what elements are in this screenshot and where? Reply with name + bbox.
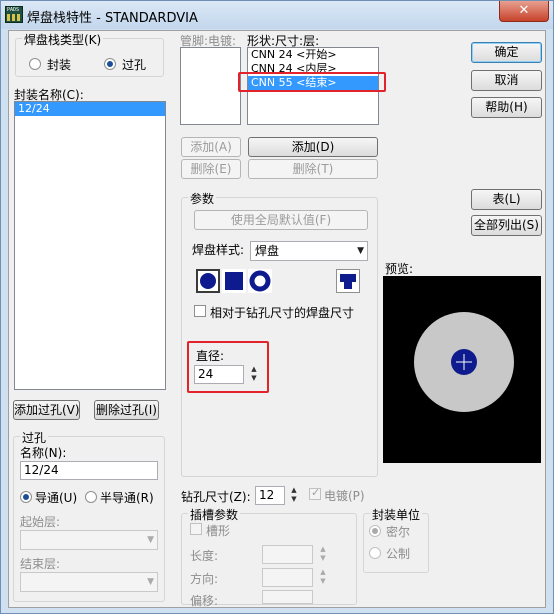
pad-style-value: 焊盘 <box>255 244 280 258</box>
chevron-down-icon: ▼ <box>357 246 364 256</box>
shape-item-start[interactable]: CNN 24 <开始> <box>248 48 378 62</box>
dialog-window: PADS 焊盘栈特性 - STANDARDVIA ✕ 焊盘栈类型(K) 封装 过… <box>0 0 554 614</box>
padstack-type-label: 焊盘栈类型(K) <box>22 31 104 48</box>
radio-through[interactable] <box>20 491 32 503</box>
spin-up-icon[interactable]: ▲ <box>317 545 329 554</box>
preview-canvas <box>383 276 541 463</box>
radio-via[interactable] <box>104 58 116 70</box>
delete-via-button[interactable]: 删除过孔(I) <box>94 400 159 420</box>
pad-style-label: 焊盘样式: <box>192 243 245 257</box>
via-name-input[interactable]: 12/24 <box>20 461 158 480</box>
app-icon: PADS <box>5 6 23 23</box>
add-shape-button[interactable]: 添加(D) <box>248 137 378 157</box>
slot-orientation-spinner[interactable]: ▲ ▼ <box>317 568 329 586</box>
radio-decal-label: 封装 <box>47 58 72 72</box>
end-layer-select[interactable]: ▼ <box>20 572 158 592</box>
radio-mils-label: 密尔 <box>386 525 411 539</box>
slotted-label: 槽形 <box>206 524 231 538</box>
spin-down-icon[interactable]: ▼ <box>317 577 329 586</box>
radio-through-label: 导通(U) <box>35 491 78 505</box>
radio-partial-label: 半导通(R) <box>100 491 154 505</box>
via-group: 过孔 名称(N): 12/24 导通(U) 半导通(R) 起始层: ▼ 结束层:… <box>13 429 165 602</box>
ok-button[interactable]: 确定 <box>471 42 542 63</box>
checkmark-icon: ✓ <box>311 486 321 499</box>
spin-down-icon[interactable]: ▼ <box>288 495 300 504</box>
drill-size-spinner[interactable]: ▲ ▼ <box>288 486 300 504</box>
square-pad-icon <box>225 272 243 290</box>
relative-size-label: 相对于钻孔尺寸的焊盘尺寸 <box>210 306 355 320</box>
add-via-button[interactable]: 添加过孔(V) <box>13 400 80 420</box>
radio-decal[interactable] <box>29 58 41 70</box>
slot-offset-label: 偏移: <box>190 594 219 608</box>
decal-units-group: 封装单位 密尔 公制 <box>363 506 429 573</box>
annular-pad-shape-button[interactable] <box>248 269 272 293</box>
spin-down-icon[interactable]: ▼ <box>317 554 329 563</box>
thermal-pad-icon <box>340 274 356 289</box>
padstack-type-group: 焊盘栈类型(K) 封装 过孔 <box>15 31 164 77</box>
spin-up-icon[interactable]: ▲ <box>288 486 300 495</box>
cancel-button[interactable]: 取消 <box>471 70 542 91</box>
slot-orientation-input[interactable] <box>262 568 313 587</box>
chevron-down-icon: ▼ <box>147 535 154 545</box>
thermal-pad-shape-button[interactable] <box>336 269 360 293</box>
slot-orientation-label: 方向: <box>190 572 219 586</box>
parameters-title: 参数 <box>188 190 217 207</box>
end-layer-label: 结束层: <box>20 557 61 571</box>
relative-size-checkbox[interactable] <box>194 305 206 317</box>
pad-style-select[interactable]: 焊盘 ▼ <box>250 241 368 261</box>
radio-partial[interactable] <box>85 491 97 503</box>
table-button[interactable]: 表(L) <box>471 189 542 210</box>
via-name-label: 名称(N): <box>20 446 67 460</box>
slot-length-input[interactable] <box>262 545 313 564</box>
decal-name-item[interactable]: 12/24 <box>15 102 165 116</box>
annular-pad-icon <box>249 270 271 292</box>
slot-length-label: 长度: <box>190 549 219 563</box>
radio-via-label: 过孔 <box>122 58 147 72</box>
title-bar[interactable]: PADS 焊盘栈特性 - STANDARDVIA ✕ <box>1 1 553 29</box>
pad-preview-graphic <box>414 312 514 412</box>
decal-units-title: 封装单位 <box>370 506 423 523</box>
window-title: 焊盘栈特性 - STANDARDVIA <box>27 11 198 26</box>
highlight-box-shape-end <box>238 72 386 92</box>
slot-params-title: 插槽参数 <box>188 506 241 523</box>
add-electrical-button[interactable]: 添加(A) <box>181 137 241 157</box>
radio-mils[interactable] <box>369 525 381 537</box>
drill-size-input[interactable]: 12 <box>255 486 285 505</box>
round-pad-shape-button[interactable] <box>196 269 220 293</box>
preview-label: 预览: <box>385 262 414 276</box>
slot-params-group: 插槽参数 槽形 长度: ▲ ▼ 方向: ▲ ▼ 偏移: <box>181 506 357 608</box>
close-button[interactable]: ✕ <box>499 1 549 22</box>
slot-offset-input[interactable] <box>262 590 313 604</box>
plated-label: 电镀(P) <box>324 489 365 503</box>
pin-electrical-list[interactable] <box>180 47 241 125</box>
chevron-down-icon: ▼ <box>147 577 154 587</box>
list-all-button[interactable]: 全部列出(S) <box>471 215 542 236</box>
plated-checkbox[interactable]: ✓ <box>309 486 321 500</box>
start-layer-select[interactable]: ▼ <box>20 530 158 550</box>
delete-shape-button[interactable]: 删除(T) <box>248 159 378 179</box>
delete-electrical-button[interactable]: 删除(E) <box>181 159 241 179</box>
round-pad-icon <box>200 273 216 289</box>
radio-metric-label: 公制 <box>386 547 411 561</box>
square-pad-shape-button[interactable] <box>222 269 246 293</box>
drill-size-label: 钻孔尺寸(Z): <box>181 490 251 504</box>
slotted-checkbox[interactable] <box>190 523 202 535</box>
help-button[interactable]: 帮助(H) <box>471 97 542 118</box>
decal-name-list[interactable]: 12/24 <box>14 101 166 390</box>
dialog-client: 焊盘栈类型(K) 封装 过孔 封装名称(C): 12/24 添加过孔(V) 删除… <box>8 30 546 608</box>
spin-up-icon[interactable]: ▲ <box>317 568 329 577</box>
highlight-box-diameter <box>187 341 269 393</box>
start-layer-label: 起始层: <box>20 515 61 529</box>
slot-length-spinner[interactable]: ▲ ▼ <box>317 545 329 563</box>
use-global-default-button[interactable]: 使用全局默认值(F) <box>194 210 368 230</box>
parameters-group: 参数 使用全局默认值(F) 焊盘样式: 焊盘 ▼ 相对于钻孔尺寸的焊盘尺寸 直径… <box>181 190 378 477</box>
radio-metric[interactable] <box>369 547 381 559</box>
